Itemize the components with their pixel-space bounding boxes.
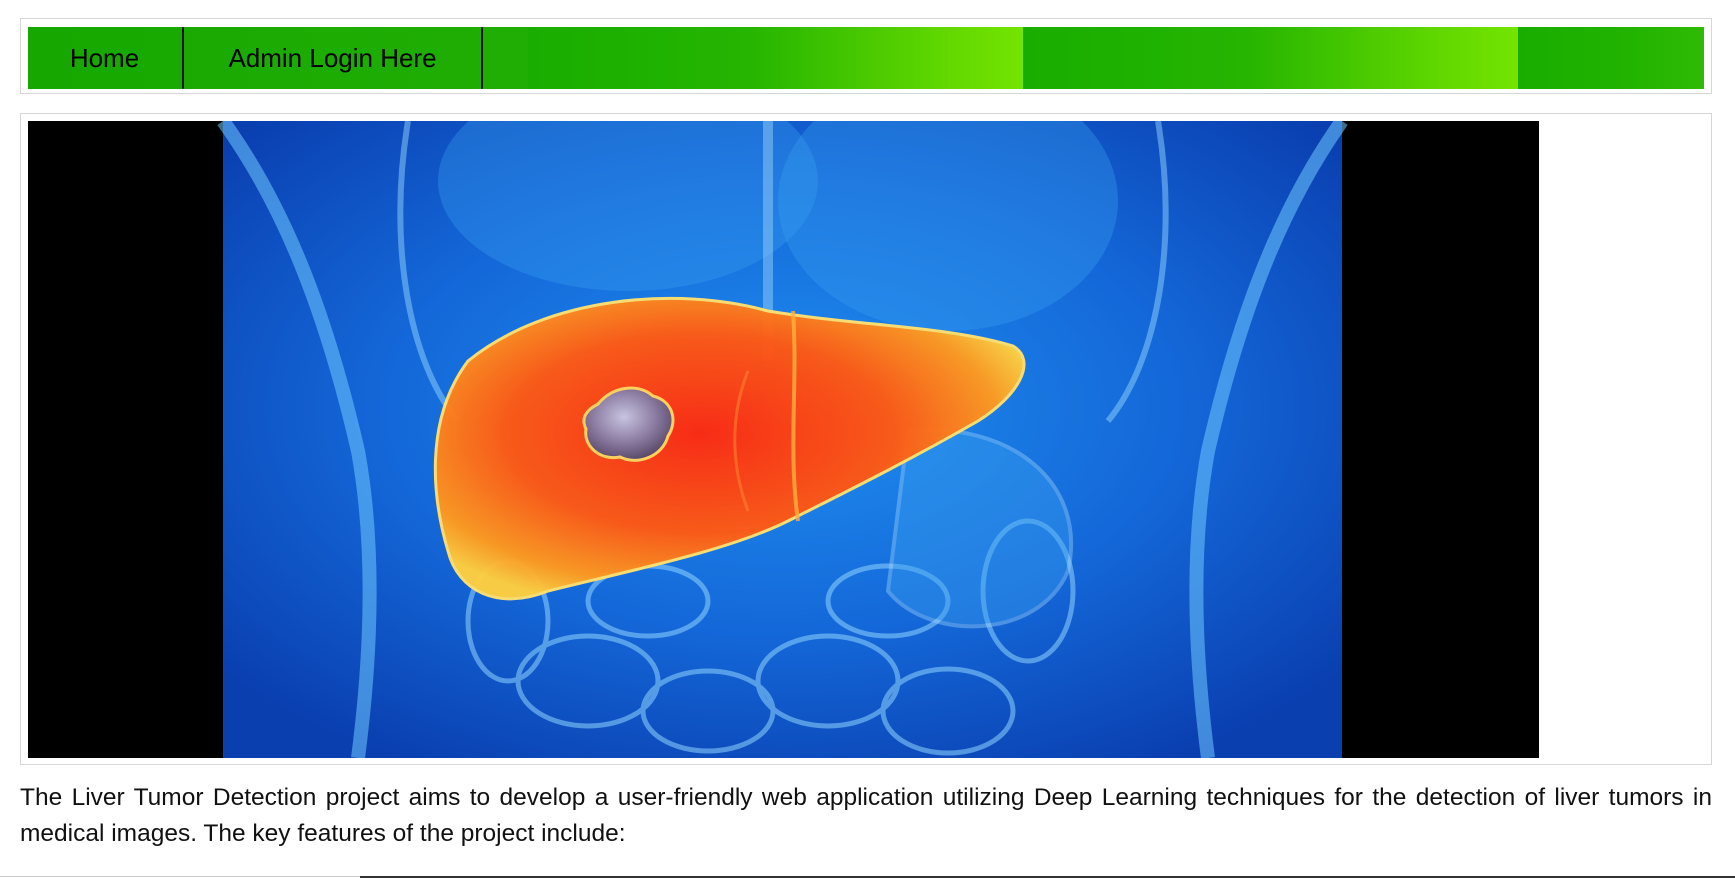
nav-gradient-segment <box>1518 27 1704 89</box>
nav-gradient-segment <box>1023 27 1518 89</box>
liver-tumor-image <box>28 121 1539 758</box>
hero-frame <box>20 113 1712 765</box>
project-description: The Liver Tumor Detection project aims t… <box>20 784 1712 847</box>
nav-home-link[interactable]: Home <box>28 27 181 89</box>
navigation-bar: Home Admin Login Here <box>28 27 1704 89</box>
liver-xray-illustration <box>28 121 1539 758</box>
navigation-frame: Home Admin Login Here <box>20 18 1712 94</box>
bottom-divider-dark <box>360 876 1735 878</box>
nav-admin-login-link[interactable]: Admin Login Here <box>184 27 481 89</box>
nav-divider <box>481 27 483 89</box>
nav-gradient-segment <box>528 27 1023 89</box>
